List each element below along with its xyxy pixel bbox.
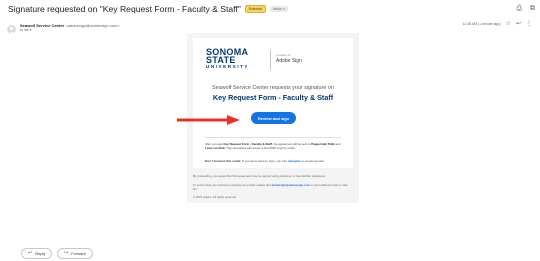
print-icon[interactable]: ⎙: [516, 5, 522, 12]
delegate-link[interactable]: delegate: [288, 159, 301, 163]
request-text: Seawolf Service Center requests your sig…: [212, 85, 334, 91]
sender-address: <adobesign@adobesign.com>: [65, 23, 120, 28]
open-in-new-window-icon[interactable]: ⧉: [530, 5, 535, 12]
review-and-sign-button[interactable]: Review and sign: [251, 112, 296, 124]
document-title: Key Request Form - Faculty & Staff: [212, 93, 334, 102]
forward-label: Forward: [71, 251, 86, 256]
email-content: SONOMA STATE UNIVERSITY POWERED BY Adobe…: [177, 33, 359, 203]
reply-label: Reply: [35, 251, 46, 256]
email-subject-bar: Signature requested on "Key Request Form…: [8, 3, 288, 15]
sender-line: Seawolf Service Center <adobesign@adobes…: [20, 23, 120, 28]
email-subject: Signature requested on "Key Request Form…: [8, 4, 241, 14]
inbox-label-chip[interactable]: Inbox ×: [270, 6, 288, 12]
reply-icon[interactable]: ↩: [516, 21, 521, 27]
signing-info-text: After you sign Key Request Form - Facult…: [205, 142, 341, 150]
more-options-icon[interactable]: ⋮: [526, 21, 532, 27]
footer-consent: By proceeding, you agree that this agree…: [193, 174, 327, 178]
adobe-sign-text: Adobe Sign: [276, 58, 302, 64]
forward-button[interactable]: ↪ Forward: [57, 248, 93, 259]
red-arrow-annotation: [177, 115, 240, 125]
adobesign-email-link[interactable]: adobesign@adobesign.com: [272, 183, 310, 187]
reply-button[interactable]: ↩ Reply: [21, 248, 53, 259]
top-actions: ⎙ ⧉: [516, 5, 535, 12]
star-icon[interactable]: ☆: [506, 21, 511, 27]
forward-arrow-icon: ↪: [64, 250, 69, 256]
message-meta: 11:35 AM (1 minute ago) ☆ ↩ ⋮: [463, 21, 533, 27]
card-divider: [205, 137, 341, 138]
footer-safelist: To ensure that you continue receiving ou…: [193, 183, 348, 191]
forward-warning: Don't forward this email: If you don't w…: [205, 159, 325, 163]
external-badge: External: [244, 5, 267, 13]
reply-arrow-icon: ↩: [28, 250, 33, 256]
logo-line-2: STATE: [206, 55, 236, 65]
recipients-toggle[interactable]: to me ▾: [20, 28, 31, 32]
university-logo: SONOMA STATE UNIVERSITY: [206, 48, 249, 70]
signature-request-card: SONOMA STATE UNIVERSITY POWERED BY Adobe…: [177, 38, 353, 168]
adobe-sign-logo: POWERED BY Adobe Sign: [276, 55, 302, 64]
footer-copyright: © 2021 Adobe. All rights reserved.: [193, 195, 237, 199]
logo-line-3: UNIVERSITY: [206, 64, 250, 69]
logo-divider: [270, 50, 271, 70]
avatar[interactable]: [7, 25, 16, 34]
message-time: 11:35 AM (1 minute ago): [462, 22, 501, 26]
